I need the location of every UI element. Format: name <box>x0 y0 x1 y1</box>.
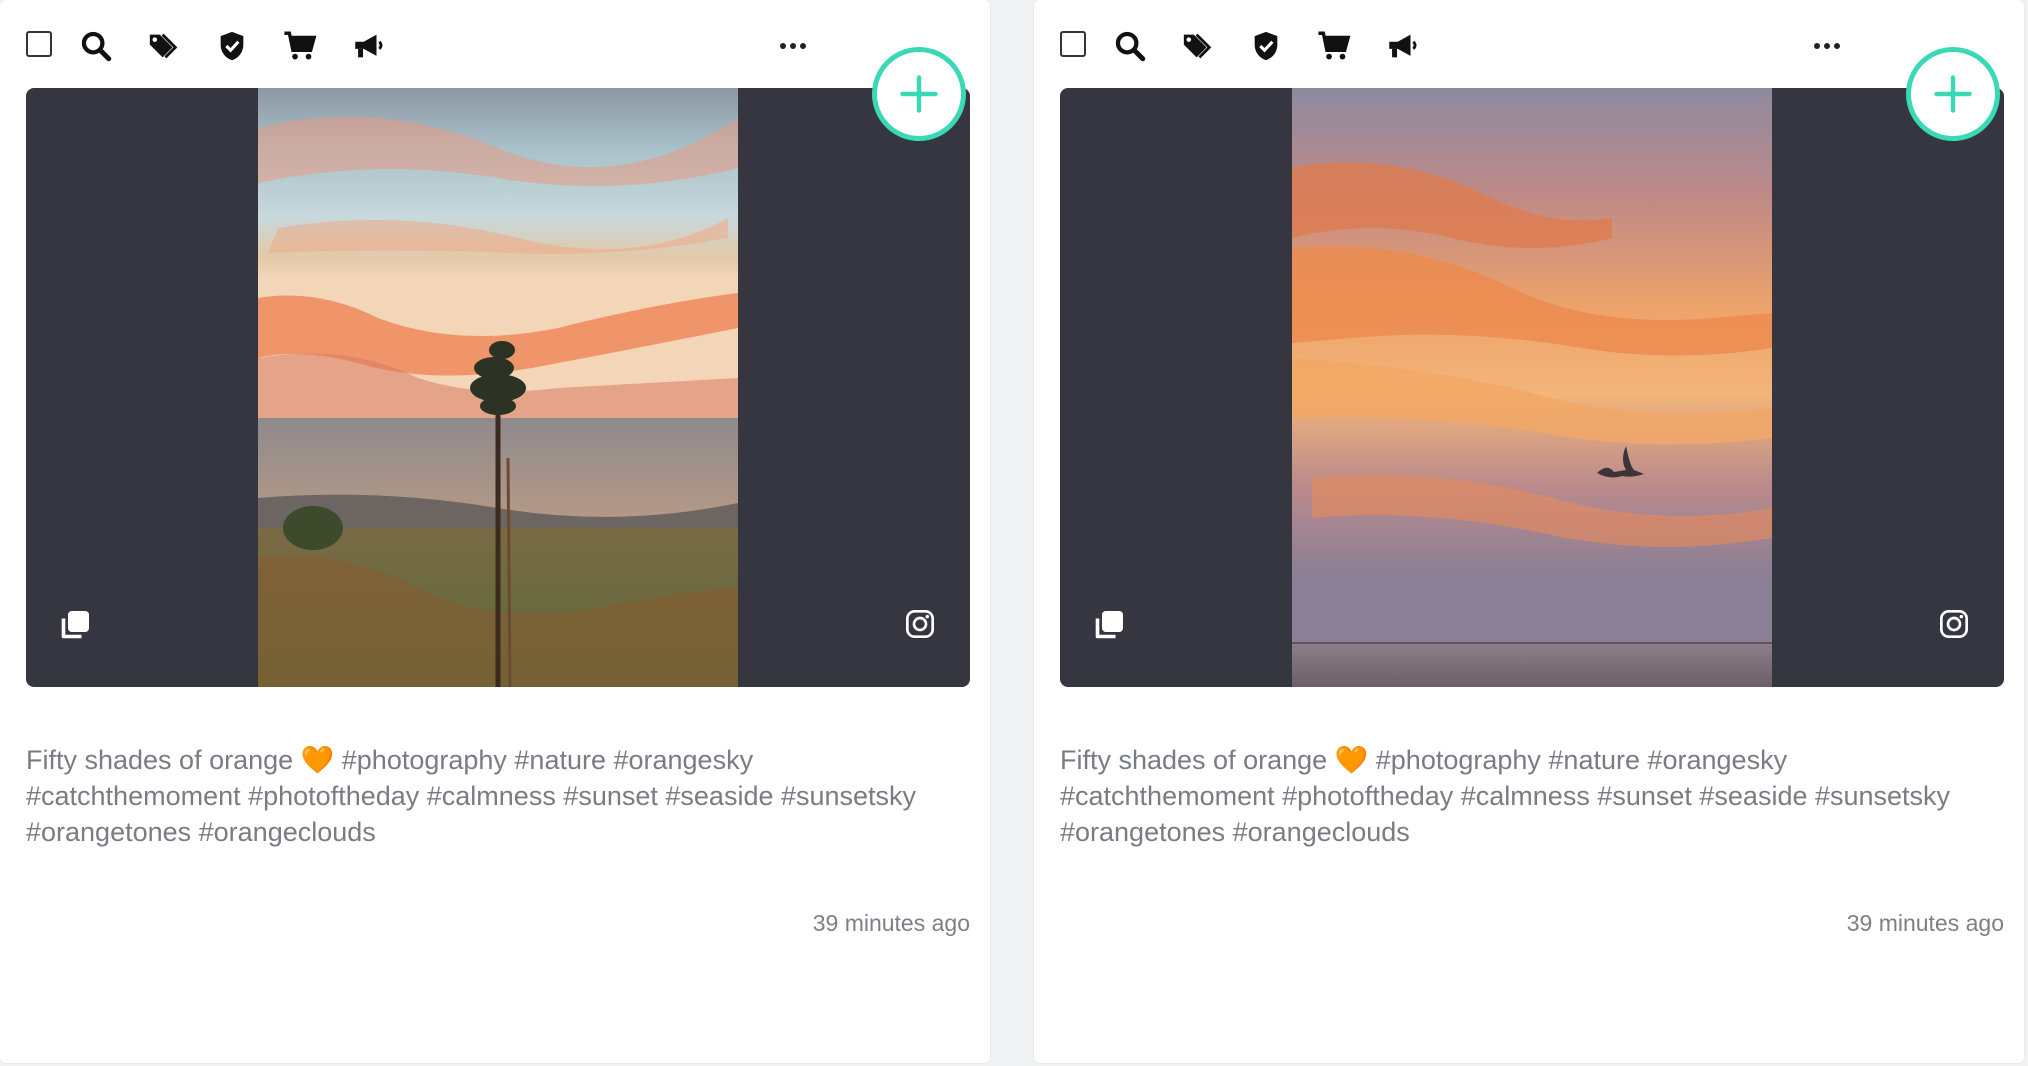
post-photo-sunset-seagull[interactable] <box>1292 88 1772 687</box>
megaphone-icon[interactable] <box>1382 26 1422 66</box>
more-options-icon[interactable] <box>771 34 815 58</box>
add-button[interactable] <box>1906 47 2000 141</box>
search-icon[interactable] <box>76 26 116 66</box>
shield-icon[interactable] <box>212 26 252 66</box>
instagram-icon[interactable] <box>1938 608 1970 640</box>
select-checkbox[interactable] <box>1060 31 1086 57</box>
plus-icon <box>1934 75 1972 113</box>
tags-icon[interactable] <box>1178 26 1218 66</box>
card-toolbar <box>26 26 976 141</box>
instagram-icon[interactable] <box>904 608 936 640</box>
megaphone-icon[interactable] <box>348 26 388 66</box>
plus-icon <box>900 75 938 113</box>
select-checkbox[interactable] <box>26 31 52 57</box>
post-timestamp: 39 minutes ago <box>1846 910 2004 936</box>
post-card: Fifty shades of orange 🧡 #photography #n… <box>1034 0 2024 1063</box>
add-button[interactable] <box>872 47 966 141</box>
carousel-icon <box>61 611 89 639</box>
post-caption: Fifty shades of orange 🧡 #photography #n… <box>1060 745 1951 847</box>
cart-icon[interactable] <box>280 26 320 66</box>
tags-icon[interactable] <box>144 26 184 66</box>
post-media[interactable] <box>1060 88 2004 687</box>
cart-icon[interactable] <box>1314 26 1354 66</box>
post-caption: Fifty shades of orange 🧡 #photography #n… <box>26 745 917 847</box>
search-icon[interactable] <box>1110 26 1150 66</box>
post-grid: Fifty shades of orange 🧡 #photography #n… <box>0 0 2028 1066</box>
post-media[interactable] <box>26 88 970 687</box>
shield-icon[interactable] <box>1246 26 1286 66</box>
card-toolbar <box>1060 26 2010 141</box>
post-timestamp: 39 minutes ago <box>812 910 970 936</box>
post-card: Fifty shades of orange 🧡 #photography #n… <box>0 0 990 1063</box>
post-photo-sunset-tree[interactable] <box>258 88 738 687</box>
more-options-icon[interactable] <box>1805 34 1849 58</box>
carousel-icon <box>1095 611 1123 639</box>
